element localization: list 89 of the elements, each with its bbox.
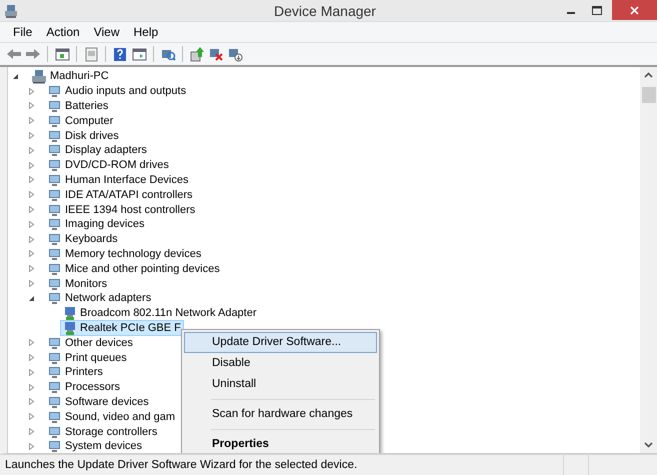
expand-arrow-icon[interactable]	[28, 398, 35, 406]
tree-item[interactable]: Memory technology devices	[44, 246, 204, 262]
tree-item[interactable]: IDE ATA/ATAPI controllers	[44, 186, 196, 203]
expand-arrow-icon[interactable]	[28, 384, 35, 391]
expand-arrow-icon[interactable]	[28, 280, 35, 288]
tree-item[interactable]: Realtek PCIe GBE F	[60, 320, 184, 336]
tree-item[interactable]: Printers	[44, 364, 106, 380]
tree-item[interactable]: Madhuri-PC	[28, 68, 112, 84]
device-icon	[47, 142, 62, 158]
download-icon[interactable]	[227, 46, 243, 62]
menu-item[interactable]: Update Driver Software...	[184, 332, 377, 353]
window-title: Device Manager	[273, 2, 377, 18]
update-icon[interactable]	[189, 46, 205, 62]
tree-item[interactable]: Monitors	[44, 276, 110, 292]
expand-arrow-icon[interactable]	[28, 368, 35, 376]
window-icon[interactable]	[54, 46, 70, 62]
device-icon	[47, 438, 62, 453]
expand-arrow-icon[interactable]	[28, 428, 35, 436]
scroll-up-icon[interactable]	[644, 72, 653, 78]
tree-item[interactable]: Other devices	[44, 334, 136, 351]
expand-arrow-icon[interactable]	[28, 117, 35, 124]
collapse-arrow-icon[interactable]	[28, 294, 35, 302]
menu-item[interactable]: File	[6, 25, 40, 39]
network-adapter-icon	[63, 320, 77, 336]
menu-item[interactable]: Scan for hardware changes	[184, 404, 377, 425]
expand-arrow-icon[interactable]	[28, 236, 35, 243]
tree-item[interactable]: IEEE 1394 host controllers	[44, 202, 198, 218]
tree-item[interactable]: Broadcom 802.11n Network Adapter	[60, 305, 260, 322]
close-button[interactable]	[612, 0, 657, 20]
menu-item[interactable]: Disable	[184, 353, 377, 374]
tree-item[interactable]: Sound, video and gam	[44, 408, 178, 425]
tree-item[interactable]: Storage controllers	[44, 424, 160, 440]
tree-item[interactable]: Disk drives	[44, 128, 122, 144]
device-icon	[47, 364, 62, 380]
tree-item[interactable]: Audio inputs and outputs	[44, 83, 190, 100]
window-icon[interactable]	[131, 46, 147, 62]
tree-item[interactable]: Print queues	[44, 350, 130, 366]
tree-item[interactable]: Computer	[44, 112, 116, 129]
close-icon[interactable]	[630, 6, 639, 14]
document-icon[interactable]	[83, 46, 99, 62]
device-icon	[47, 216, 62, 232]
menu-item[interactable]: Help	[126, 25, 166, 39]
tree-item[interactable]: Human Interface Devices	[44, 172, 192, 188]
expand-arrow-icon[interactable]	[28, 265, 35, 272]
collapse-arrow-icon[interactable]	[12, 72, 19, 80]
expand-arrow-icon[interactable]	[28, 176, 35, 184]
tree-item[interactable]: DVD/CD-ROM drives	[44, 157, 172, 174]
menu-item[interactable]: Uninstall	[184, 374, 377, 395]
expand-arrow-icon[interactable]	[28, 162, 35, 169]
tree-item[interactable]: Mice and other pointing devices	[44, 260, 223, 277]
tree-item[interactable]: Keyboards	[44, 231, 121, 248]
device-icon	[47, 379, 62, 396]
expand-arrow-icon[interactable]	[28, 102, 35, 110]
computer-icon	[31, 68, 47, 84]
expand-arrow-icon[interactable]	[28, 146, 35, 154]
expand-arrow-icon[interactable]	[28, 220, 35, 228]
status-text: Launches the Update Driver Software Wizard for the selected device.	[4, 458, 358, 473]
menu-item[interactable]: Properties	[184, 434, 377, 453]
device-icon	[47, 290, 62, 306]
tree-item[interactable]: Network adapters	[44, 290, 154, 306]
expand-arrow-icon[interactable]	[28, 206, 35, 214]
tree-item[interactable]: System devices	[44, 438, 146, 453]
tree-item[interactable]: Imaging devices	[44, 216, 148, 232]
help-icon[interactable]	[112, 46, 128, 62]
expand-arrow-icon[interactable]	[28, 339, 35, 346]
back-icon[interactable]	[6, 46, 22, 62]
device-icon	[47, 83, 62, 100]
tree-item[interactable]: Processors	[44, 379, 124, 396]
scroll-down-icon[interactable]	[644, 442, 653, 448]
network-adapter-icon	[63, 305, 77, 322]
scrollbar[interactable]	[640, 67, 657, 453]
expand-arrow-icon[interactable]	[28, 354, 35, 362]
expand-arrow-icon[interactable]	[28, 413, 35, 420]
scroll-thumb[interactable]	[642, 87, 656, 103]
remove-icon[interactable]	[208, 46, 224, 62]
menu-item[interactable]: View	[86, 25, 126, 39]
device-icon	[47, 231, 62, 248]
expand-arrow-icon[interactable]	[28, 191, 35, 198]
expand-arrow-icon[interactable]	[28, 132, 35, 140]
tree-item[interactable]: Batteries	[44, 98, 112, 114]
expand-arrow-icon[interactable]	[28, 442, 35, 450]
device-icon	[47, 98, 62, 114]
expand-arrow-icon[interactable]	[28, 88, 35, 95]
menu-item[interactable]: Action	[39, 25, 87, 39]
forward-icon[interactable]	[25, 46, 41, 62]
tree-item[interactable]: Software devices	[44, 394, 152, 410]
device-icon	[47, 157, 62, 174]
tree-item[interactable]: Display adapters	[44, 142, 150, 158]
expand-arrow-icon[interactable]	[28, 250, 35, 258]
